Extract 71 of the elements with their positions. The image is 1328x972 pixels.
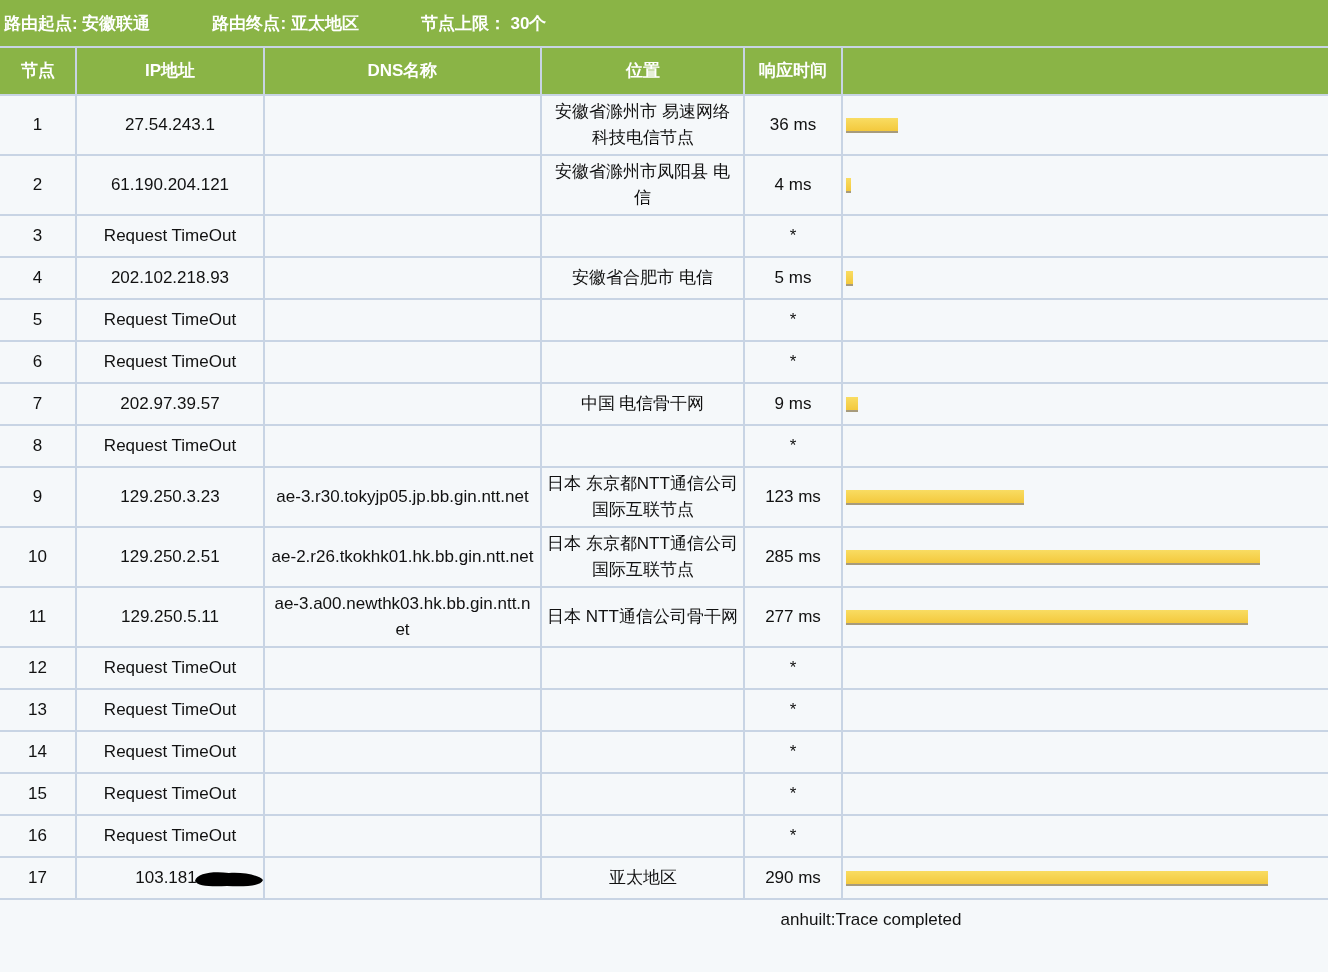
table-cell: 8: [0, 425, 76, 467]
table-cell: 日本 NTT通信公司骨干网: [547, 607, 738, 626]
table-cell: Request TimeOut: [103, 226, 237, 245]
table-cell: ae-2.r26.tkokhk01.hk.bb.gin.ntt.net: [271, 547, 534, 566]
table-cell: 安徽省合肥市 电信: [572, 268, 713, 287]
table-cell: 日本 东京都NTT通信公司国际互联节点: [547, 474, 738, 519]
table-cell: 4 ms: [744, 155, 842, 215]
table-cell: 290 ms: [744, 857, 842, 899]
table-cell: 3: [0, 215, 76, 257]
table-cell: 中国 电信骨干网: [580, 394, 705, 413]
table-cell: 5: [0, 299, 76, 341]
table-cell: Request TimeOut: [103, 352, 237, 371]
table-cell: 9 ms: [744, 383, 842, 425]
table-cell: ae-3.r30.tokyjp05.jp.bb.gin.ntt.net: [276, 487, 529, 506]
table-cell: *: [744, 773, 842, 815]
table-cell: *: [744, 647, 842, 689]
table-cell: 日本 东京都NTT通信公司国际互联节点: [547, 534, 738, 579]
column-header: 响应时间: [744, 48, 842, 95]
table-cell: ae-3.a00.newthk03.hk.bb.gin.ntt.net: [274, 594, 531, 639]
summary-text: 路由终点: 亚太地区: [212, 12, 359, 35]
table-cell: 17: [0, 857, 76, 899]
table-cell: 安徽省滁州市 易速网络科技电信节点: [555, 102, 730, 147]
table-cell: *: [744, 425, 842, 467]
column-header: 位置: [541, 48, 744, 95]
table-cell: Request TimeOut: [103, 826, 237, 845]
column-header: DNS名称: [264, 48, 541, 95]
table-cell: 7: [0, 383, 76, 425]
table-cell: Request TimeOut: [103, 784, 237, 803]
table-cell: 14: [0, 731, 76, 773]
status-text: anhuilt:Trace completed: [780, 910, 962, 929]
table-cell: Request TimeOut: [103, 742, 237, 761]
table-cell: 12: [0, 647, 76, 689]
table-cell: Request TimeOut: [103, 700, 237, 719]
table-cell: 103.181: [135, 868, 197, 887]
table-cell: 277 ms: [744, 587, 842, 647]
table-cell: 129.250.3.23: [120, 487, 220, 506]
table-cell: *: [744, 299, 842, 341]
table-cell: 6: [0, 341, 76, 383]
table-cell: 16: [0, 815, 76, 857]
table-cell: 安徽省滁州市凤阳县 电信: [555, 162, 730, 207]
table-cell: 285 ms: [744, 527, 842, 587]
table-cell: 10: [0, 527, 76, 587]
column-header: 节点: [0, 48, 76, 95]
table-cell: 61.190.204.121: [110, 175, 230, 194]
table-cell: 202.102.218.93: [110, 268, 230, 287]
table-cell: *: [744, 689, 842, 731]
table-cell: 9: [0, 467, 76, 527]
table-cell: Request TimeOut: [103, 658, 237, 677]
table-cell: 11: [0, 587, 76, 647]
table-cell: 36 ms: [744, 95, 842, 155]
table-cell: *: [744, 341, 842, 383]
table-cell: 5 ms: [744, 257, 842, 299]
column-header: IP地址: [76, 48, 264, 95]
table-cell: Request TimeOut: [103, 310, 237, 329]
table-cell: *: [744, 815, 842, 857]
table-cell: 15: [0, 773, 76, 815]
table-cell: 27.54.243.1: [125, 115, 215, 134]
table-cell: 123 ms: [744, 467, 842, 527]
table-cell: *: [744, 215, 842, 257]
summary-text: 节点上限： 30个: [420, 12, 547, 35]
table-cell: 1: [0, 95, 76, 155]
table-cell: 亚太地区: [608, 868, 677, 887]
table-cell: Request TimeOut: [103, 436, 237, 455]
table-cell: 129.250.2.51: [120, 547, 220, 566]
summary-text: 路由起点: 安徽联通: [4, 12, 151, 35]
table-cell: 129.250.5.11: [121, 607, 219, 626]
table-cell: 13: [0, 689, 76, 731]
table-cell: 202.97.39.57: [120, 394, 220, 413]
table-cell: *: [744, 731, 842, 773]
table-cell: 4: [0, 257, 76, 299]
table-cell: 2: [0, 155, 76, 215]
